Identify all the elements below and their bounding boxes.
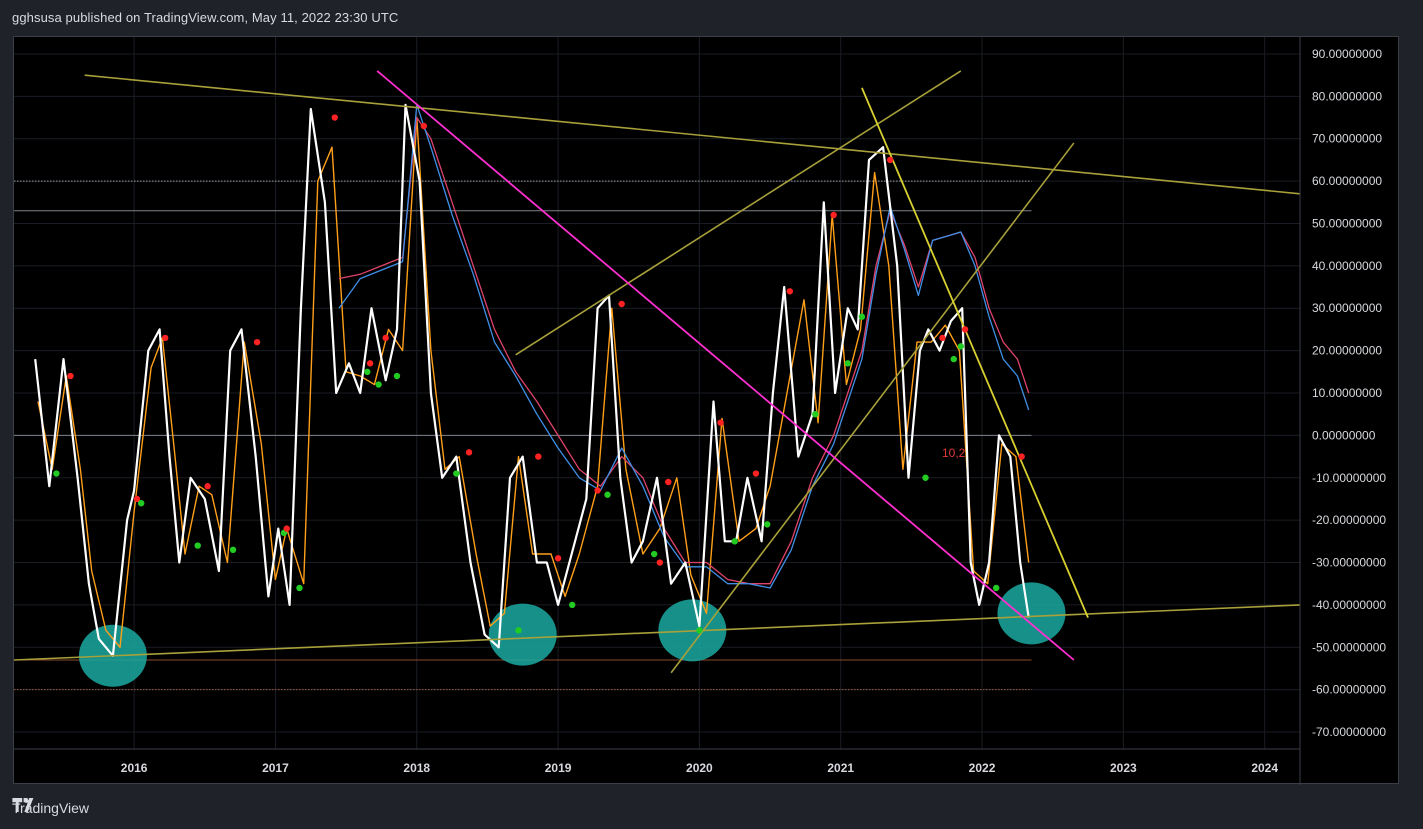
x-tick-label: 2021 (827, 761, 854, 775)
y-tick-label: 90.00000000 (1312, 47, 1382, 61)
sell-dot (204, 483, 211, 490)
y-tick-label: 40.00000000 (1312, 259, 1382, 273)
sell-dot (1018, 453, 1025, 460)
annotation: 10,2 (942, 446, 966, 460)
sell-dot (594, 487, 601, 494)
y-tick-label: 30.00000000 (1312, 301, 1382, 315)
buy-dot (137, 499, 145, 507)
x-tick-label: 2024 (1251, 761, 1278, 775)
sell-dot (67, 372, 74, 380)
sell-dot (366, 360, 374, 367)
sell-dot (717, 419, 724, 426)
buy-dot (731, 538, 738, 545)
y-tick-label: -70.00000000 (1312, 725, 1386, 739)
trendline-olive[interactable] (515, 70, 962, 356)
buy-dot (569, 601, 576, 609)
y-tick-label: 0.00000000 (1312, 428, 1376, 442)
buy-dot (922, 474, 929, 481)
annotation-label: 10,2 (942, 446, 966, 460)
buy-dot (194, 542, 201, 549)
buy-dot (650, 550, 658, 558)
y-tick-label: 60.00000000 (1312, 174, 1382, 188)
y-tick-label: -10.00000000 (1312, 471, 1386, 485)
x-tick-label: 2019 (545, 761, 572, 775)
buy-dot (604, 491, 611, 498)
highlight-ellipse (997, 582, 1066, 645)
sell-dot (420, 122, 428, 130)
buy-dot (229, 546, 237, 554)
y-tick-label: -40.00000000 (1312, 598, 1386, 612)
trendline-olive[interactable] (84, 74, 1300, 195)
buy-dot (957, 343, 965, 350)
ma-blue-line (338, 104, 1030, 589)
buy-dot (453, 470, 460, 477)
buy-dot (393, 372, 401, 380)
y-tick-label: 80.00000000 (1312, 89, 1382, 103)
oscillator-chart[interactable]: 10,2 90.00000000 80.00000000 70.00000000 60… (14, 37, 1400, 785)
buy-dot (764, 521, 771, 528)
sell-dot (535, 453, 542, 460)
x-tick-label: 2017 (262, 761, 289, 775)
buy-dot (375, 381, 382, 388)
y-tick-label: 10.00000000 (1312, 386, 1382, 400)
footer: TradingView (12, 798, 89, 818)
y-tick-label: 50.00000000 (1312, 216, 1382, 230)
sell-dot (786, 288, 794, 295)
time-axis[interactable]: 2016 2017 2018 2019 2020 2021 2022 2023 2024 (14, 748, 1300, 775)
sell-dot (961, 326, 969, 333)
price-axis[interactable]: 90.00000000 80.00000000 70.00000000 60.0000… (1299, 37, 1386, 785)
sell-dot (752, 470, 760, 477)
buy-dot (858, 313, 866, 320)
sell-dot (939, 334, 946, 342)
sell-dot (465, 449, 473, 456)
y-tick-label: -60.00000000 (1312, 683, 1386, 697)
buy-dot (696, 627, 703, 634)
sell-dot (331, 114, 338, 121)
series-lines (34, 103, 1030, 657)
tradingview-logo-icon (12, 798, 34, 812)
x-tick-label: 2016 (121, 761, 148, 775)
sell-dot (382, 334, 389, 342)
buy-dot (53, 470, 60, 477)
sell-dot (665, 478, 672, 486)
sell-dot (283, 525, 290, 532)
sell-dot (886, 156, 894, 164)
sell-dot (253, 338, 261, 346)
trendline-magenta[interactable] (376, 70, 1075, 661)
sell-dot (618, 300, 625, 308)
y-tick-label: 70.00000000 (1312, 132, 1382, 146)
buy-dot (296, 584, 303, 592)
chart-pane[interactable]: 10,2 90.00000000 80.00000000 70.00000000 60… (13, 36, 1400, 785)
sell-dot (656, 559, 664, 566)
signal-line (37, 116, 1030, 648)
x-tick-label: 2018 (403, 761, 430, 775)
oscillator-line (34, 103, 1030, 657)
publish-info: gghsusa published on TradingView.com, Ma… (12, 10, 399, 25)
y-tick-label: -20.00000000 (1312, 513, 1386, 527)
x-tick-label: 2020 (686, 761, 713, 775)
buy-dot (812, 410, 819, 418)
buy-dot (992, 584, 1000, 592)
buy-dot (364, 368, 371, 376)
y-tick-label: -50.00000000 (1312, 640, 1386, 654)
y-tick-label: -30.00000000 (1312, 556, 1386, 570)
x-tick-label: 2022 (969, 761, 996, 775)
sell-dot (554, 555, 562, 562)
highlight-ellipses (78, 582, 1066, 687)
sell-dot (830, 211, 837, 219)
trendline-olive[interactable] (14, 604, 1300, 661)
grid (14, 37, 1300, 749)
trendlines[interactable] (14, 70, 1300, 674)
buy-dot (515, 627, 522, 634)
signal-dots (53, 114, 1025, 634)
x-tick-label: 2023 (1110, 761, 1137, 775)
trendline-yellow[interactable] (861, 87, 1089, 618)
buy-dot (844, 360, 851, 367)
sell-dot (162, 334, 169, 342)
y-tick-label: 20.00000000 (1312, 344, 1382, 358)
buy-dot (950, 355, 957, 363)
